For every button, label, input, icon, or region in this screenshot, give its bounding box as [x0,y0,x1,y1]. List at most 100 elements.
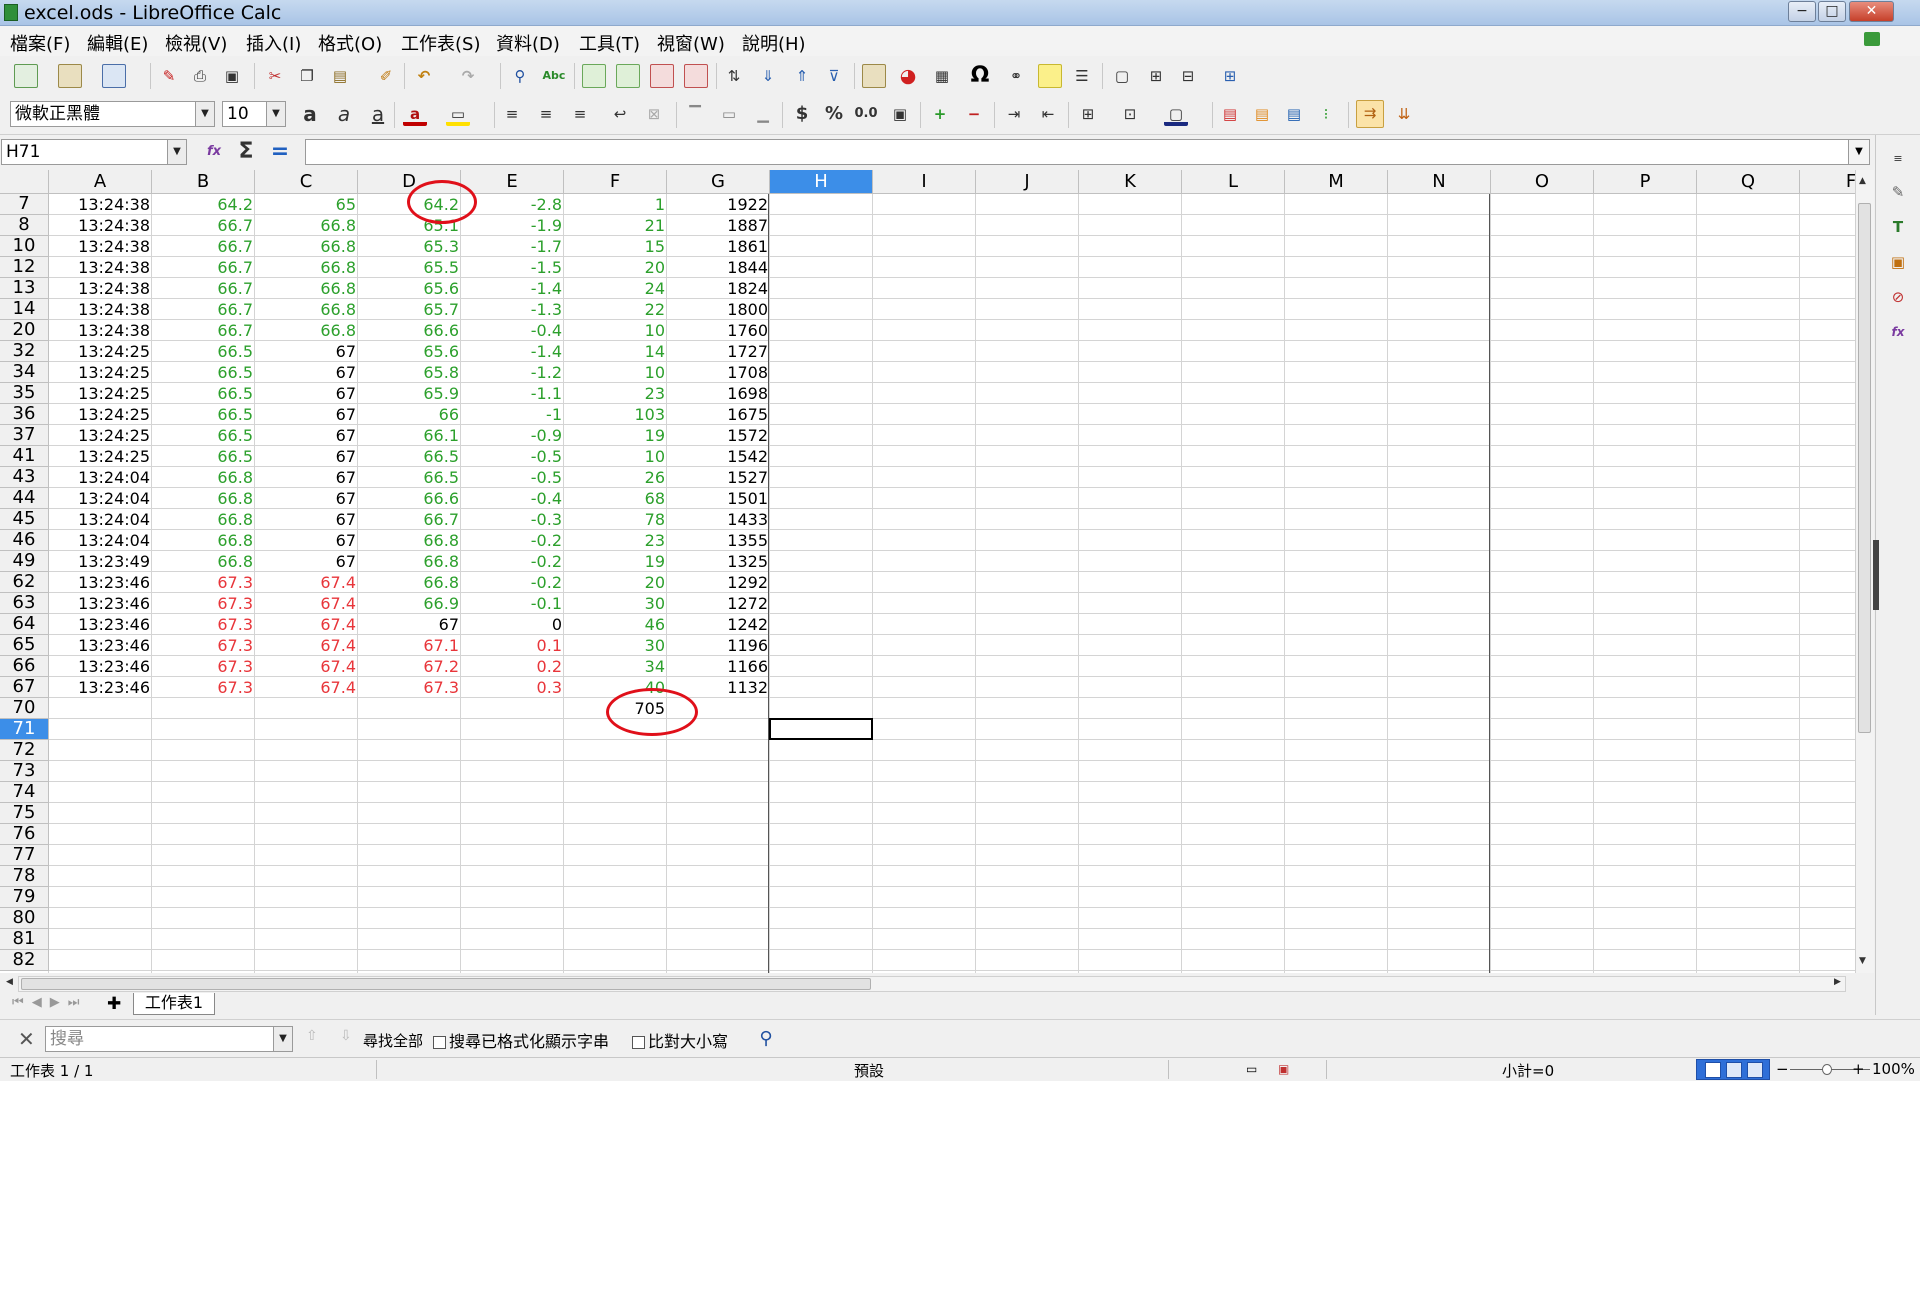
cell-g44[interactable]: 1501 [667,488,770,509]
cell-g13[interactable]: 1824 [667,278,770,299]
row-header[interactable]: 64 [0,614,49,635]
column-header[interactable]: O [1491,170,1594,194]
cell-b73[interactable] [152,761,255,782]
cell-g41[interactable]: 1542 [667,446,770,467]
cell-a78[interactable] [49,866,152,887]
cell-b7[interactable]: 64.2 [152,194,255,215]
cell-e45[interactable]: -0.3 [461,509,564,530]
cell-e32[interactable]: -1.4 [461,341,564,362]
row-header[interactable]: 8 [0,215,49,236]
cell-f34[interactable]: 10 [564,362,667,383]
formula-input[interactable] [305,139,1853,165]
cell-f43[interactable]: 26 [564,467,667,488]
row-header[interactable]: 70 [0,698,49,719]
cell-e65[interactable]: 0.1 [461,635,564,656]
cell-c37[interactable]: 67 [255,425,358,446]
row-header[interactable]: 13 [0,278,49,299]
cell-a20[interactable]: 13:24:38 [49,320,152,341]
cell-e49[interactable]: -0.2 [461,551,564,572]
cell-e41[interactable]: -0.5 [461,446,564,467]
cell-c81[interactable] [255,929,358,950]
find-replace-icon[interactable]: ⚲ [508,64,532,88]
cell-d41[interactable]: 66.5 [358,446,461,467]
cell-g49[interactable]: 1325 [667,551,770,572]
align-bottom-icon[interactable]: ▁ [751,102,775,126]
cell-c63[interactable]: 67.4 [255,593,358,614]
spelling-icon[interactable]: Abc [542,64,566,88]
cell-d78[interactable] [358,866,461,887]
new-document-icon[interactable] [14,64,38,88]
cell-b41[interactable]: 66.5 [152,446,255,467]
cell-c80[interactable] [255,908,358,929]
cell-d82[interactable] [358,950,461,971]
cell-b10[interactable]: 66.7 [152,236,255,257]
row-header[interactable]: 34 [0,362,49,383]
cell-b14[interactable]: 66.7 [152,299,255,320]
align-top-icon[interactable]: ▔ [683,102,707,126]
cell-e66[interactable]: 0.2 [461,656,564,677]
wrap-text-icon[interactable]: ↩ [608,102,632,126]
cell-g78[interactable] [667,866,770,887]
cell-d73[interactable] [358,761,461,782]
cell-f36[interactable]: 103 [564,404,667,425]
cell-e35[interactable]: -1.1 [461,383,564,404]
column-header[interactable]: L [1182,170,1285,194]
cell-f77[interactable] [564,845,667,866]
currency-format-icon[interactable]: $ [790,102,814,126]
cell-b13[interactable]: 66.7 [152,278,255,299]
copy-icon[interactable]: ❐ [295,64,319,88]
cell-b72[interactable] [152,740,255,761]
special-character-icon[interactable]: Ω [968,64,992,88]
row-header[interactable]: 36 [0,404,49,425]
clone-formatting-icon[interactable]: ✐ [374,64,398,88]
cell-e77[interactable] [461,845,564,866]
border-color-icon[interactable]: ▢ [1164,102,1188,126]
insert-column-icon[interactable] [616,64,640,88]
delete-decimal-icon[interactable]: − [962,102,986,126]
decrease-indent-icon[interactable]: ⇤ [1036,102,1060,126]
cell-d43[interactable]: 66.5 [358,467,461,488]
cell-a62[interactable]: 13:23:46 [49,572,152,593]
hyperlink-icon[interactable]: ⚭ [1004,64,1028,88]
italic-icon[interactable]: a [332,102,356,126]
spreadsheet-grid[interactable]: A B C D E F G H I J K L M N O P Q F 7 13:24:38 64.2 65 64.2 -2.… [0,170,1855,973]
cell-g64[interactable]: 1242 [667,614,770,635]
cell-e36[interactable]: -1 [461,404,564,425]
cell-e67[interactable]: 0.3 [461,677,564,698]
cell-g66[interactable]: 1166 [667,656,770,677]
row-header[interactable]: 77 [0,845,49,866]
column-header[interactable]: C [255,170,358,194]
cell-b78[interactable] [152,866,255,887]
text-direction-top-to-bottom-icon[interactable]: ⇊ [1392,102,1416,126]
cell-a63[interactable]: 13:23:46 [49,593,152,614]
cell-b63[interactable]: 67.3 [152,593,255,614]
cell-a76[interactable] [49,824,152,845]
cell-g12[interactable]: 1844 [667,257,770,278]
cell-f75[interactable] [564,803,667,824]
insert-chart-icon[interactable]: ◕ [896,64,920,88]
cell-d37[interactable]: 66.1 [358,425,461,446]
zoom-level[interactable]: 100% [1872,1060,1915,1078]
cell-g79[interactable] [667,887,770,908]
cell-g32[interactable]: 1727 [667,341,770,362]
cell-c66[interactable]: 67.4 [255,656,358,677]
align-right-icon[interactable]: ≡ [568,102,592,126]
cell-a72[interactable] [49,740,152,761]
cell-a7[interactable]: 13:24:38 [49,194,152,215]
cell-g80[interactable] [667,908,770,929]
cell-e62[interactable]: -0.2 [461,572,564,593]
row-header[interactable]: 63 [0,593,49,614]
save-icon[interactable] [102,64,126,88]
paste-icon[interactable]: ▤ [328,64,352,88]
scroll-right-icon[interactable]: ▶ [1834,977,1841,987]
sort-ascending-icon[interactable]: ⇑ [790,64,814,88]
row-header[interactable]: 20 [0,320,49,341]
cell-e12[interactable]: -1.5 [461,257,564,278]
cell-d62[interactable]: 66.8 [358,572,461,593]
cell-a13[interactable]: 13:24:38 [49,278,152,299]
delete-column-icon[interactable] [684,64,708,88]
cell-f65[interactable]: 30 [564,635,667,656]
sheet-tab-1[interactable]: 工作表1 [133,993,215,1015]
cell-a82[interactable] [49,950,152,971]
cell-a67[interactable]: 13:23:46 [49,677,152,698]
